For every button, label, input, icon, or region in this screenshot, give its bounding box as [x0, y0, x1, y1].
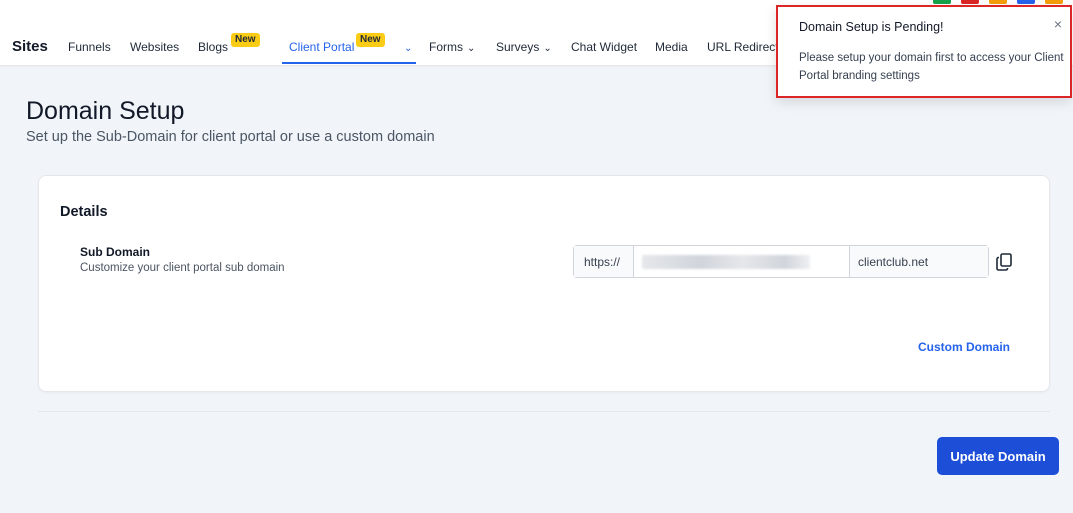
client-portal-new-badge: New	[356, 33, 385, 47]
custom-domain-link[interactable]: Custom Domain	[918, 340, 1010, 354]
toast-title: Domain Setup is Pending!	[799, 20, 944, 34]
blogs-new-badge: New	[231, 33, 260, 47]
card-title: Details	[60, 204, 108, 220]
update-domain-button[interactable]: Update Domain	[937, 437, 1059, 475]
corner-decoration	[933, 0, 1073, 4]
sub-domain-input-group: https:// clientclub.net	[573, 245, 989, 278]
sub-domain-prefix: https://	[574, 246, 634, 277]
chevron-down-icon: ⌄	[467, 43, 476, 54]
chevron-down-icon: ⌄	[543, 43, 552, 54]
sub-domain-label: Sub Domain	[80, 245, 151, 259]
section-divider	[38, 411, 1050, 412]
nav-item-media[interactable]: Media	[655, 40, 688, 54]
redacted-value	[642, 255, 810, 269]
toast-body: Please setup your domain first to access…	[799, 52, 1064, 82]
nav-item-websites[interactable]: Websites	[130, 40, 179, 54]
nav-item-funnels[interactable]: Funnels	[68, 40, 111, 54]
close-icon[interactable]: ×	[1054, 17, 1062, 31]
page-subtitle: Set up the Sub-Domain for client portal …	[26, 129, 435, 145]
nav-item-url-redirects[interactable]: URL Redirects	[707, 40, 785, 54]
nav-item-forms[interactable]: Forms ⌄	[429, 40, 475, 54]
client-portal-chevron-down-icon[interactable]: ⌄	[400, 40, 412, 54]
details-card: Details Sub Domain Customize your client…	[38, 175, 1050, 392]
nav-item-chat-widget[interactable]: Chat Widget	[571, 40, 637, 54]
page-title: Domain Setup	[26, 97, 185, 125]
nav-item-surveys[interactable]: Surveys ⌄	[496, 40, 552, 54]
nav-item-blogs[interactable]: Blogs	[198, 40, 228, 54]
copy-icon[interactable]	[996, 253, 1012, 271]
sub-domain-input[interactable]	[634, 246, 849, 277]
domain-pending-toast: Domain Setup is Pending! × Please setup …	[776, 5, 1072, 98]
nav-item-client-portal[interactable]: Client Portal	[289, 40, 354, 54]
sub-domain-help: Customize your client portal sub domain	[80, 262, 285, 274]
sub-domain-suffix: clientclub.net	[849, 246, 988, 277]
active-tab-underline	[282, 62, 416, 64]
nav-item-client-portal-label: Client Portal	[289, 40, 355, 54]
nav-item-surveys-label: Surveys	[496, 40, 540, 54]
nav-title: Sites	[12, 38, 48, 55]
nav-item-forms-label: Forms	[429, 40, 463, 54]
